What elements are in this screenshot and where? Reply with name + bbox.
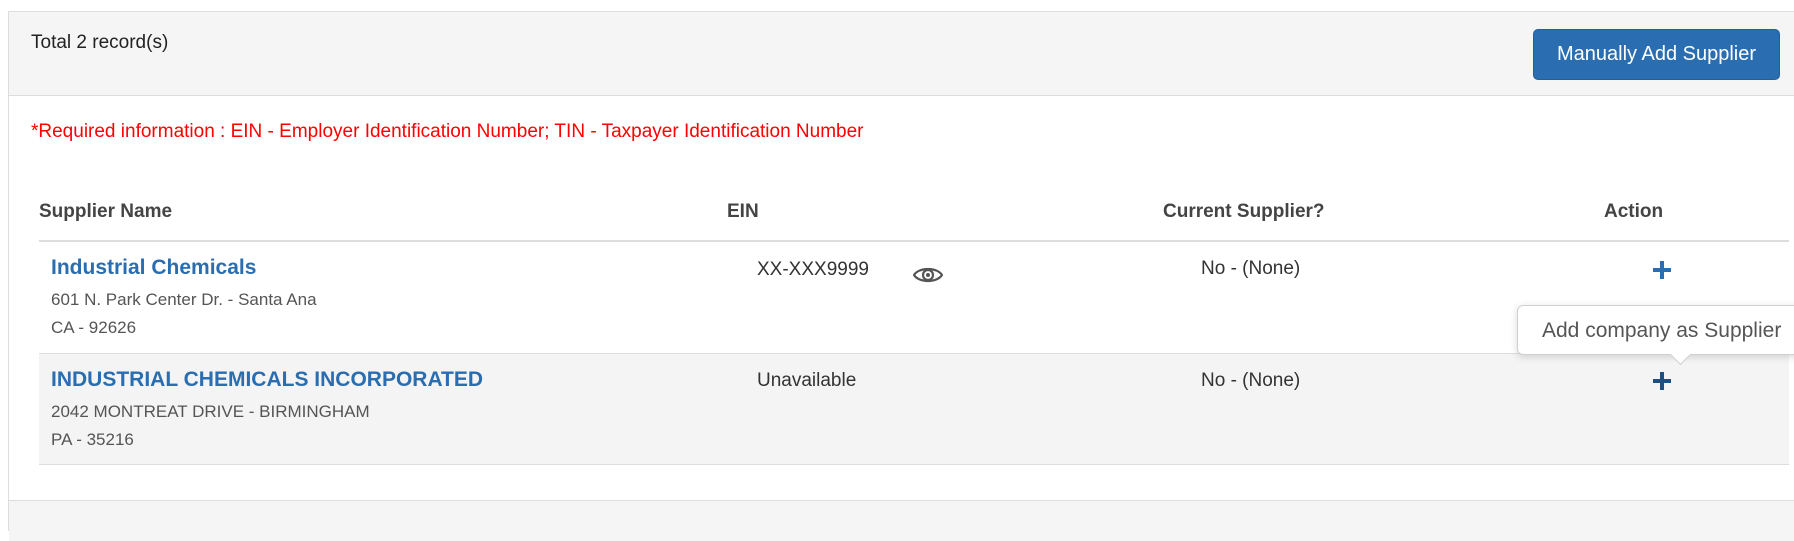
ein-value: Unavailable	[757, 370, 857, 391]
column-header-action: Action	[1604, 201, 1664, 222]
suppliers-panel: Total 2 record(s) Manually Add Supplier …	[8, 11, 1794, 541]
required-information-note: *Required information : EIN - Employer I…	[31, 121, 864, 142]
supplier-address-line2: PA - 35216	[51, 430, 134, 449]
supplier-name-link[interactable]: Industrial Chemicals	[51, 256, 256, 280]
manually-add-supplier-button[interactable]: Manually Add Supplier	[1533, 29, 1780, 80]
supplier-address-line1: 2042 MONTREAT DRIVE - BIRMINGHAM	[51, 402, 370, 421]
column-header-ein: EIN	[727, 201, 759, 222]
column-header-supplier-name: Supplier Name	[39, 201, 173, 222]
supplier-address-line1: 601 N. Park Center Dr. - Santa Ana	[51, 290, 317, 309]
supplier-address-line2: CA - 92626	[51, 318, 137, 337]
add-supplier-tooltip: Add company as Supplier	[1517, 305, 1794, 366]
panel-footer	[9, 500, 1794, 541]
table-row: INDUSTRIAL CHEMICALS INCORPORATED 2042 M…	[39, 353, 1789, 465]
add-supplier-plus-icon[interactable]	[1651, 370, 1675, 394]
column-header-current-supplier: Current Supplier?	[1163, 201, 1325, 222]
panel-header: Total 2 record(s) Manually Add Supplier	[9, 12, 1794, 96]
eye-icon[interactable]	[912, 264, 944, 286]
current-supplier-value: No - (None)	[1201, 258, 1301, 279]
record-count: Total 2 record(s)	[31, 32, 169, 53]
ein-value: XX-XXX9999	[757, 259, 869, 280]
add-supplier-plus-icon[interactable]	[1651, 259, 1675, 283]
tooltip-text: Add company as Supplier	[1542, 319, 1782, 342]
current-supplier-value: No - (None)	[1201, 370, 1301, 391]
supplier-name-link[interactable]: INDUSTRIAL CHEMICALS INCORPORATED	[51, 368, 483, 392]
